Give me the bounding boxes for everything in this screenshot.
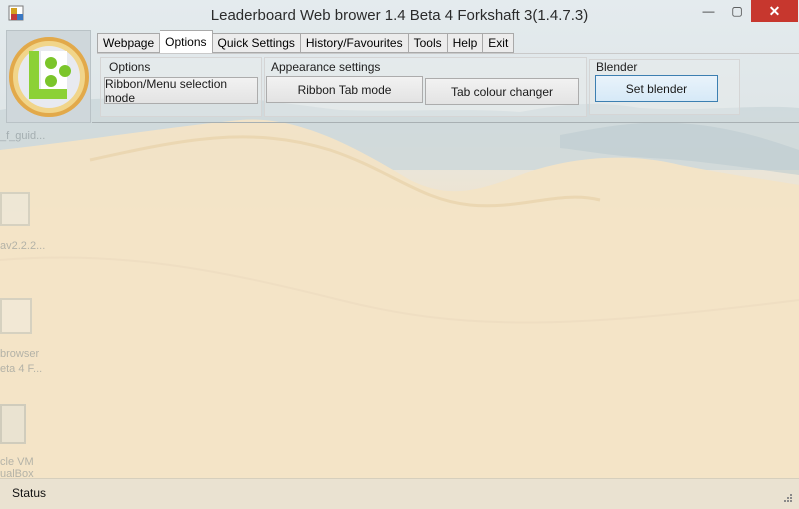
desktop-label-2: av2.2.2... — [0, 240, 46, 252]
desktop-label-3: browser — [0, 348, 40, 360]
logo-icon — [9, 37, 89, 117]
ribbon-tabs: Webpage Options Quick Settings History/F… — [97, 30, 515, 53]
ribbon-menu-selection-mode-button[interactable]: Ribbon/Menu selection mode — [104, 77, 258, 105]
resize-grip-icon[interactable] — [783, 493, 793, 503]
options-group-label: Options — [109, 60, 151, 74]
tab-history-favourites[interactable]: History/Favourites — [300, 33, 409, 53]
minimize-button[interactable]: — — [694, 0, 723, 22]
close-button[interactable]: ✕ — [751, 0, 798, 22]
app-logo — [6, 30, 91, 123]
desktop-label-5: cle VM — [0, 456, 34, 468]
tab-tools[interactable]: Tools — [408, 33, 448, 53]
window-title: Leaderboard Web brower 1.4 Beta 4 Forksh… — [210, 7, 589, 24]
desktop-icon-2 — [0, 298, 32, 334]
status-label: Status — [12, 486, 47, 500]
desktop-icon-1 — [0, 192, 30, 226]
tab-exit[interactable]: Exit — [483, 33, 515, 53]
maximize-button[interactable]: ▢ — [723, 0, 751, 22]
blender-group: Blender Set blender — [589, 59, 740, 115]
options-tab-panel: Options Ribbon/Menu selection mode Appea… — [97, 53, 799, 122]
tab-options[interactable]: Options — [160, 30, 213, 53]
set-blender-button[interactable]: Set blender — [595, 75, 718, 102]
options-group: Options Ribbon/Menu selection mode — [100, 57, 262, 117]
blender-group-label: Blender — [596, 60, 638, 74]
desktop-label-1: _f_guid... — [0, 130, 46, 142]
appearance-settings-label: Appearance settings — [271, 60, 381, 74]
appearance-settings-group: Appearance settings Ribbon Tab mode Tab … — [264, 57, 587, 117]
tab-colour-changer-button[interactable]: Tab colour changer — [425, 78, 579, 105]
title-bar[interactable]: Leaderboard Web brower 1.4 Beta 4 Forksh… — [0, 0, 799, 31]
ribbon-divider — [92, 122, 799, 123]
tab-webpage[interactable]: Webpage — [97, 33, 161, 53]
ribbon-tab-mode-button[interactable]: Ribbon Tab mode — [266, 76, 423, 103]
status-bar: Status — [0, 478, 799, 509]
desktop-label-4: eta 4 F... — [0, 363, 43, 375]
tab-quick-settings[interactable]: Quick Settings — [212, 33, 301, 53]
tab-help[interactable]: Help — [447, 33, 484, 53]
desktop-icon-3 — [0, 404, 26, 444]
